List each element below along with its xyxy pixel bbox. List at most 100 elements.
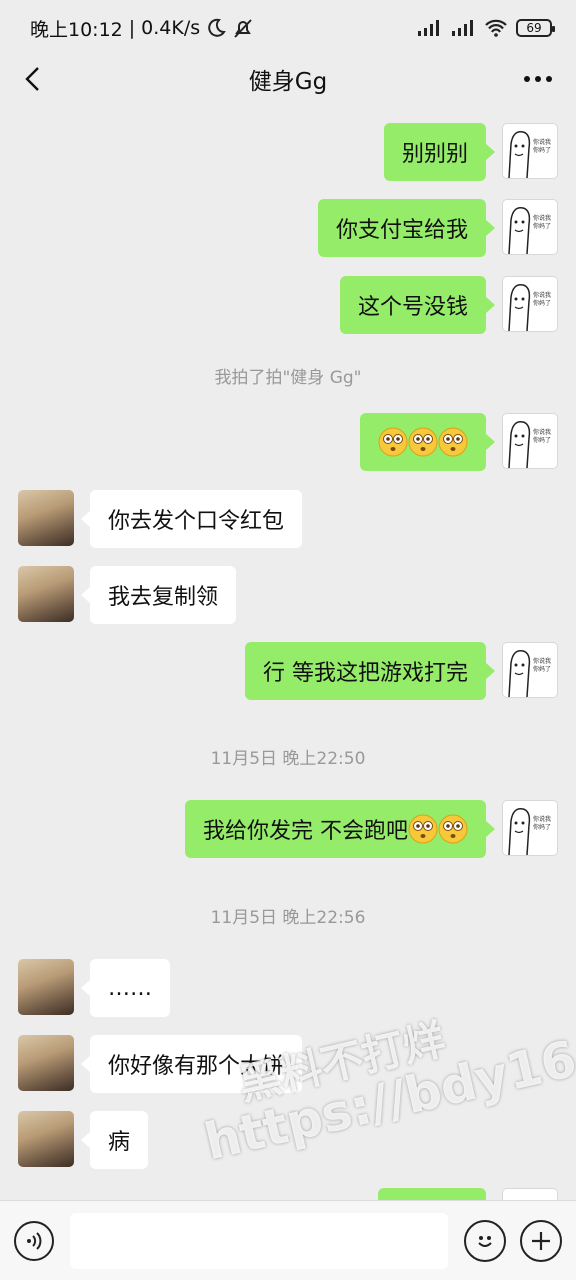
avatar-self[interactable]: 你说我 你妈了 [502, 800, 558, 856]
message-row-incoming: 你好像有那个大饼 [0, 1035, 576, 1095]
message-row-incoming: 你去发个口令红包 [0, 490, 576, 550]
message-bubble[interactable]: 你好像有那个大饼 [80, 1035, 303, 1093]
voice-button[interactable] [14, 1220, 54, 1261]
battery-level: 69 [526, 21, 542, 35]
svg-text:你说我: 你说我 [533, 428, 551, 436]
message-row-outgoing: 你支付宝给我 你说我 你妈了 [0, 199, 576, 259]
message-text: 你好像有那个大饼 [108, 1054, 285, 1079]
meme-avatar-image: 你说我你妈了 [508, 421, 551, 468]
signal-hd-icon [418, 20, 439, 36]
message-bubble[interactable]: 我给你发完 不会跑吧 [185, 800, 495, 858]
avatar-friend[interactable] [18, 959, 74, 1015]
timestamp: 11月5日 晚上22:56 [210, 908, 366, 928]
svg-text:你妈了: 你妈了 [533, 823, 551, 831]
flushed-face-emoji [408, 427, 438, 457]
chat-header: 健身Gg [0, 56, 576, 102]
avatar-self[interactable]: 你说我 你妈了 [502, 199, 558, 255]
back-button[interactable] [16, 62, 50, 96]
status-divider: | [128, 17, 136, 39]
message-text: 我去复制领 [108, 585, 219, 610]
signal-hd-2-icon [452, 20, 473, 36]
message-text: 你支付宝给我 [335, 218, 468, 243]
message-input[interactable] [70, 1212, 448, 1269]
battery-indicator: 69 [516, 19, 555, 37]
svg-text:你说我: 你说我 [533, 291, 551, 299]
avatar-self[interactable]: 你说我 你妈了 [502, 642, 558, 698]
svg-text:你说我: 你说我 [533, 657, 551, 665]
more-dots-icon [524, 76, 552, 82]
message-row-outgoing: 行 等我这把游戏打完 你说我 你妈了 [0, 642, 576, 702]
message-text: …… [108, 975, 152, 1001]
input-bar [0, 1200, 576, 1280]
svg-text:你说我: 你说我 [533, 815, 551, 823]
message-bubble[interactable]: 你支付宝给我 [317, 199, 496, 257]
status-network-speed: 0.4K/s [141, 17, 201, 39]
message-text: 病 [108, 1130, 131, 1155]
svg-text:你妈了: 你妈了 [533, 665, 551, 673]
message-row-incoming: 我去复制领 [0, 566, 576, 626]
svg-text:你妈了: 你妈了 [533, 436, 551, 444]
meme-avatar-image: 你说我你妈了 [508, 284, 551, 331]
message-row-outgoing [0, 1188, 576, 1200]
chevron-left-icon [25, 67, 39, 91]
message-row-outgoing: 你说我 你妈了 [0, 413, 576, 473]
chat-title: 健身Gg [248, 69, 328, 95]
message-bubble[interactable]: 你去发个口令红包 [80, 490, 303, 548]
message-bubble[interactable]: 我去复制领 [80, 566, 237, 624]
avatar-self[interactable]: 你说我 你妈了 [502, 276, 558, 332]
avatar-self[interactable]: 你说我 你妈了 [502, 123, 558, 179]
timestamp: 11月5日 晚上22:50 [210, 749, 366, 769]
avatar-self[interactable] [502, 1188, 558, 1200]
smile-icon [478, 1235, 492, 1247]
message-bubble[interactable] [378, 1188, 486, 1200]
status-right: 69 [416, 19, 555, 37]
voice-icon [27, 1231, 42, 1250]
status-time: 晚上10:12 [30, 18, 123, 41]
message-bubble[interactable]: 行 等我这把游戏打完 [245, 642, 495, 700]
message-text: 我给你发完 不会跑吧 [203, 819, 408, 844]
svg-text:你妈了: 你妈了 [533, 222, 551, 230]
avatar-friend[interactable] [18, 1111, 74, 1167]
flushed-face-emoji [408, 814, 438, 844]
flushed-face-emoji [378, 427, 408, 457]
emoji-button[interactable] [464, 1219, 506, 1262]
avatar-friend[interactable] [18, 566, 74, 622]
message-bubble[interactable] [360, 413, 495, 471]
avatar-self[interactable]: 你说我 你妈了 [502, 413, 558, 469]
wifi-icon [485, 19, 507, 37]
message-text: 别别别 [401, 142, 468, 167]
flushed-face-emoji [438, 814, 468, 844]
svg-text:你妈了: 你妈了 [533, 299, 551, 307]
message-text: 你去发个口令红包 [108, 509, 285, 534]
meme-avatar-image: 你说我你妈了 [508, 207, 551, 254]
message-row-outgoing: 别别别 你说我 你妈了 [0, 123, 576, 183]
svg-text:你说我: 你说我 [533, 214, 551, 222]
chat-messages[interactable]: 别别别 你说我 你妈了 你支付宝给我 你说我 你妈了 这个号没钱 你说我 你妈了 我拍… [0, 110, 576, 1200]
plus-icon [532, 1231, 550, 1250]
more-button[interactable] [518, 62, 558, 96]
message-row-incoming: …… [0, 959, 576, 1019]
message-bubble[interactable]: 别别别 [383, 123, 496, 181]
avatar-friend[interactable] [18, 1035, 74, 1091]
message-bubble[interactable]: 这个号没钱 [339, 276, 496, 334]
avatar-friend[interactable] [18, 490, 74, 546]
meme-avatar-image: 你说我你妈了 [508, 650, 551, 697]
status-left: 晚上10:12 | 0.4K/s [30, 15, 254, 42]
message-text: 这个号没钱 [357, 295, 468, 320]
svg-text:你说我: 你说我 [533, 138, 551, 146]
meme-avatar-image: 你说我你妈了 [508, 808, 551, 855]
message-bubble[interactable]: 病 [80, 1111, 149, 1169]
more-functions-button[interactable] [520, 1219, 562, 1262]
message-text: 行 等我这把游戏打完 [263, 661, 468, 686]
message-row-incoming: 病 [0, 1111, 576, 1171]
mute-bell-icon [234, 19, 252, 38]
meme-avatar-image: 你说我你妈了 [508, 131, 551, 178]
pat-notice: 我拍了拍"健身 Gg" [214, 368, 362, 388]
moon-icon [208, 18, 226, 37]
message-row-outgoing: 我给你发完 不会跑吧 你说我 你妈了 [0, 800, 576, 860]
status-bar: 晚上10:12 | 0.4K/s 69 [0, 0, 576, 56]
message-bubble[interactable]: …… [81, 959, 170, 1017]
svg-text:你妈了: 你妈了 [533, 146, 551, 154]
message-row-outgoing: 这个号没钱 你说我 你妈了 [0, 276, 576, 336]
flushed-face-emoji [438, 427, 468, 457]
